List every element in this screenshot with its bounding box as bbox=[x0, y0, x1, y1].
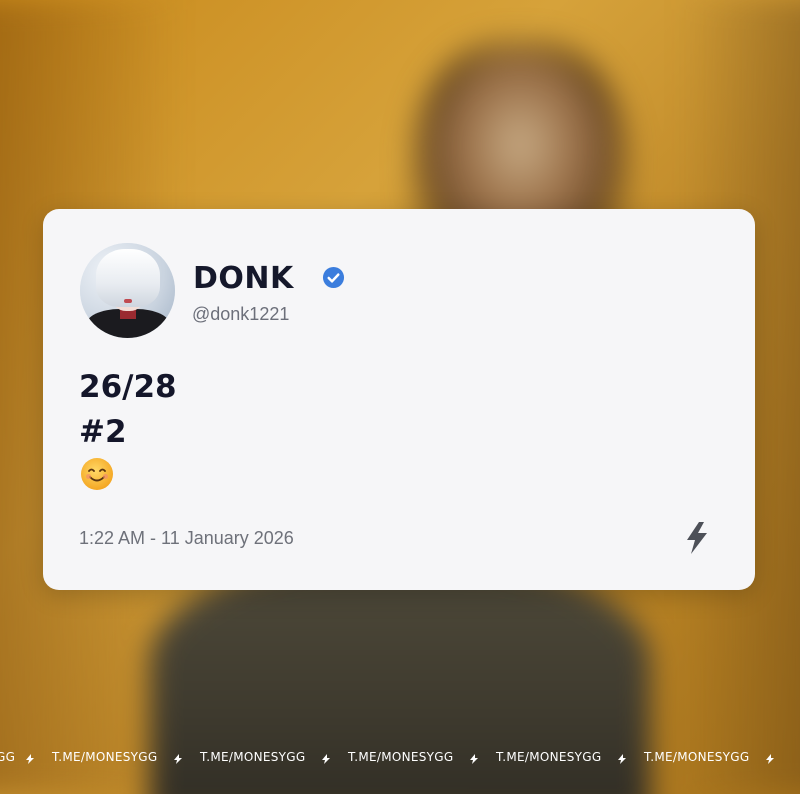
arrow-separator-icon bbox=[470, 754, 478, 764]
ticker-item[interactable]: T.ME/MONESYGG bbox=[200, 750, 306, 764]
smiling-face-emoji-icon bbox=[81, 458, 113, 490]
tweet-card: DONK @donk1221 26/28 #2 1:22 AM - 11 Jan… bbox=[43, 209, 755, 590]
arrow-separator-icon bbox=[766, 754, 774, 764]
ticker-item[interactable]: T.ME/MONESYGG bbox=[348, 750, 454, 764]
arrow-separator-icon bbox=[322, 754, 330, 764]
user-handle[interactable]: @donk1221 bbox=[192, 304, 289, 325]
screenshot-canvas: DONK @donk1221 26/28 #2 1:22 AM - 11 Jan… bbox=[0, 0, 800, 794]
ticker-item[interactable]: T.ME/MONESYGG bbox=[644, 750, 750, 764]
post-text-line-1: 26/28 bbox=[79, 369, 177, 405]
ticker-strip: GG T.ME/MONESYGG T.ME/MONESYGG T.ME/MONE… bbox=[0, 748, 800, 770]
lightning-bolt-icon[interactable] bbox=[682, 521, 712, 555]
verified-badge-icon bbox=[322, 266, 345, 289]
arrow-separator-icon bbox=[174, 754, 182, 764]
arrow-separator-icon bbox=[26, 754, 34, 764]
ticker-item[interactable]: GG bbox=[0, 750, 15, 764]
avatar[interactable] bbox=[80, 243, 175, 338]
ticker-item[interactable]: T.ME/MONESYGG bbox=[496, 750, 602, 764]
arrow-separator-icon bbox=[618, 754, 626, 764]
post-timestamp[interactable]: 1:22 AM - 11 January 2026 bbox=[79, 528, 294, 549]
ticker-item[interactable]: T.ME/MONESYGG bbox=[52, 750, 158, 764]
display-name[interactable]: DONK bbox=[193, 261, 294, 296]
post-text-line-2: #2 bbox=[79, 414, 127, 450]
